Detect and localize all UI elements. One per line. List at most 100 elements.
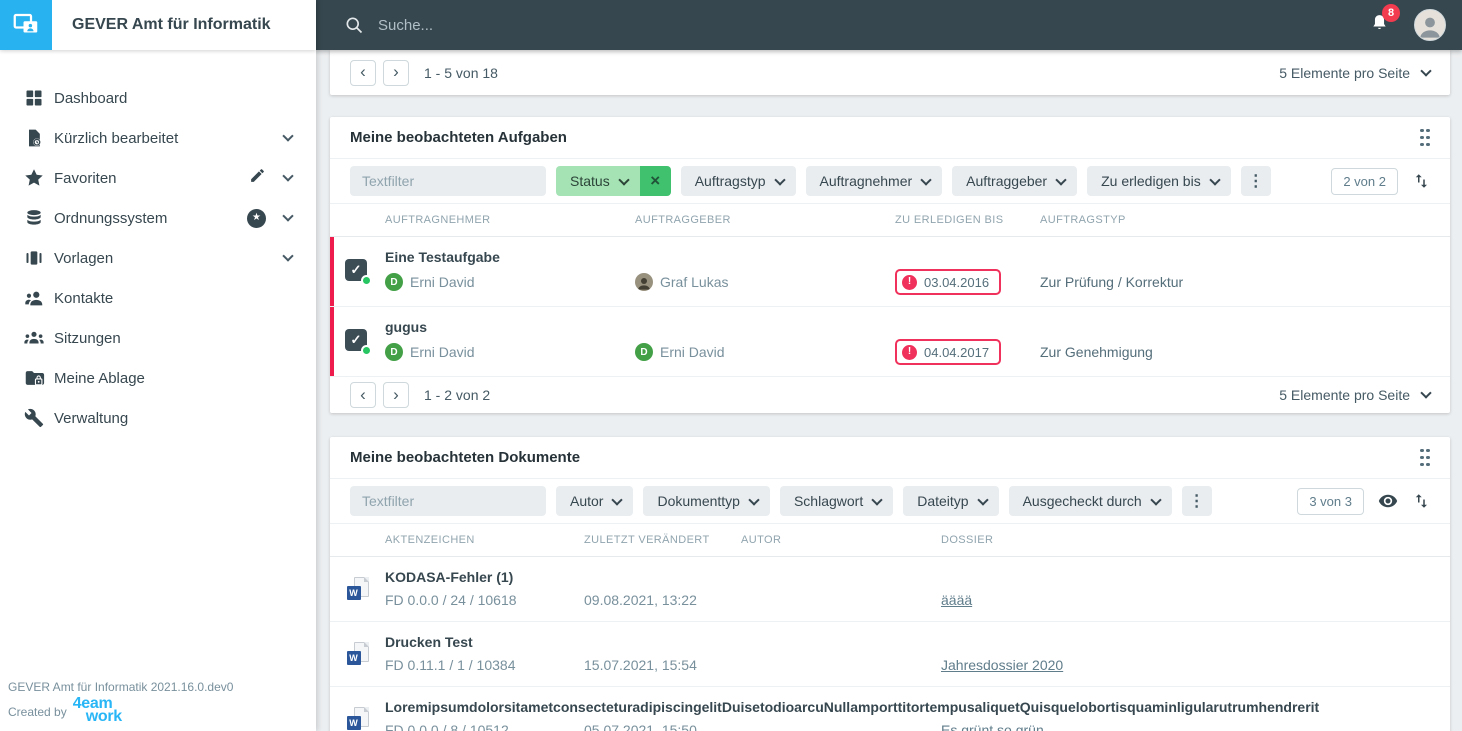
filter-chip-ausgecheckt-durch[interactable]: Ausgecheckt durch — [1008, 486, 1172, 516]
eye-icon — [1378, 494, 1398, 508]
task-issuer: Graf Lukas — [635, 270, 895, 295]
topbar: 8 — [316, 0, 1462, 50]
dokumente-table-header: AKTENZEICHEN ZULETZT VERÄNDERT AUTOR DOS… — [330, 524, 1450, 557]
sort-button[interactable] — [1412, 172, 1430, 190]
chevron-down-icon — [871, 494, 883, 506]
contacts-icon — [22, 286, 46, 310]
search-icon — [346, 17, 363, 34]
due-date-pill: ! 03.04.2016 — [895, 269, 1002, 295]
next-page-button[interactable]: › — [383, 382, 409, 408]
last-modified: 05.07.2021, 15:50 — [584, 721, 697, 731]
dokumente-title: Meine beobachteten Dokumente — [350, 449, 581, 466]
sidebar-header: GEVER Amt für Informatik — [0, 0, 316, 50]
filter-chip-auftraggeber[interactable]: Auftraggeber — [952, 166, 1078, 196]
sidebar-item-meine-ablage[interactable]: Meine Ablage — [0, 358, 316, 398]
edit-favorites-icon[interactable] — [249, 167, 266, 189]
filter-chip-schlagwort[interactable]: Schlagwort — [779, 486, 894, 516]
sidebar-item-vorlagen[interactable]: Vorlagen — [0, 238, 316, 278]
sidebar-nav: Dashboard Kürzlich bearbeitet Favoriten — [0, 50, 316, 438]
sidebar-item-kuerzlich-bearbeitet[interactable]: Kürzlich bearbeitet — [0, 118, 316, 158]
next-page-button[interactable]: › — [383, 59, 409, 86]
document-title: KODASA-Fehler (1) — [385, 569, 514, 585]
filter-chip-dokumenttyp[interactable]: Dokumenttyp — [643, 486, 770, 516]
private-folder-icon — [22, 366, 46, 390]
overdue-icon: ! — [902, 344, 917, 360]
table-row[interactable]: ✓ Eine Testaufgabe D Erni David Graf Luk… — [330, 237, 1450, 306]
document-title: Loremipsumdolorsitametconsecteturadipisc… — [385, 699, 1320, 715]
favorite-badge-icon[interactable]: ★ — [247, 208, 266, 228]
sidebar-item-favoriten[interactable]: Favoriten — [0, 158, 316, 198]
prev-page-button[interactable]: ‹ — [350, 382, 376, 408]
more-filters-button[interactable]: ⋮ — [1181, 486, 1212, 516]
chevron-down-icon[interactable] — [282, 210, 294, 222]
templates-icon — [22, 246, 46, 270]
filter-chip-auftragnehmer[interactable]: Auftragnehmer — [805, 166, 943, 196]
prev-page-button[interactable]: ‹ — [350, 59, 376, 86]
sidebar-item-dashboard[interactable]: Dashboard — [0, 78, 316, 118]
table-row[interactable]: W Loremipsumdolorsitametconsecteturadipi… — [330, 686, 1450, 731]
more-filters-button[interactable]: ⋮ — [1240, 166, 1271, 196]
due-date-cell: ! 04.04.2017 — [895, 339, 1040, 365]
table-row[interactable]: W KODASA-Fehler (1) FD 0.0.0 / 24 / 1061… — [330, 557, 1450, 621]
clear-filter-icon[interactable]: × — [639, 166, 671, 196]
global-search — [344, 15, 1369, 35]
dossier-link[interactable]: Es grünt so grün — [941, 722, 1044, 731]
task-title: gugus — [385, 319, 427, 335]
filter-chip-status-active[interactable]: Status × — [556, 166, 671, 196]
dokumente-filter-bar: Autor Dokumenttyp Schlagwort Dateityp Au… — [330, 479, 1450, 524]
filter-chip-dateityp[interactable]: Dateityp — [903, 486, 999, 516]
task-assignee: D Erni David — [385, 340, 635, 365]
dashboard-icon — [22, 86, 46, 110]
chevron-down-icon — [1420, 387, 1432, 399]
chevron-down-icon[interactable] — [282, 130, 294, 142]
chevron-down-icon — [1209, 174, 1221, 186]
chevron-down-icon — [611, 494, 624, 506]
filter-chip-autor[interactable]: Autor — [556, 486, 634, 516]
reference-number: FD 0.0.0 / 8 / 10512 — [385, 721, 509, 731]
aufgaben-pagination: ‹ › 1 - 2 von 2 5 Elemente pro Seite — [330, 376, 1450, 413]
dossier-link[interactable]: ääää — [941, 592, 972, 608]
database-icon — [22, 206, 46, 230]
filter-chip-auftragstyp[interactable]: Auftragstyp — [680, 166, 796, 196]
dossier-link[interactable]: Jahresdossier 2020 — [941, 657, 1063, 673]
sort-button[interactable] — [1412, 492, 1430, 510]
wrench-icon — [22, 406, 46, 430]
drag-handle-icon[interactable] — [1420, 128, 1430, 147]
app-version: GEVER Amt für Informatik 2021.16.0.dev0 — [8, 680, 234, 694]
notifications-button[interactable]: 8 — [1369, 3, 1400, 39]
avatar-photo — [635, 273, 653, 291]
page-range: 1 - 2 von 2 — [424, 387, 491, 403]
filter-chip-zu-erledigen-bis[interactable]: Zu erledigen bis — [1087, 166, 1231, 196]
sidebar-item-verwaltung[interactable]: Verwaltung — [0, 398, 316, 438]
dokumente-card: Meine beobachteten Dokumente Autor Dokum… — [330, 437, 1450, 731]
user-avatar[interactable] — [1414, 9, 1446, 41]
sidebar-item-sitzungen[interactable]: Sitzungen — [0, 318, 316, 358]
watch-button[interactable] — [1378, 491, 1398, 511]
table-row[interactable]: ✓ gugus D Erni David D Erni David ! 04.0… — [330, 306, 1450, 376]
sort-icon — [1415, 494, 1427, 508]
search-input[interactable] — [378, 16, 798, 34]
app-title: GEVER Amt für Informatik — [72, 16, 271, 33]
dokumente-textfilter-input[interactable] — [350, 486, 546, 516]
person-icon — [1420, 17, 1440, 38]
sidebar-item-kontakte[interactable]: Kontakte — [0, 278, 316, 318]
sidebar-item-ordnungssystem[interactable]: Ordnungssystem ★ — [0, 198, 316, 238]
dokumente-count-badge: 3 von 3 — [1297, 487, 1364, 515]
chevron-down-icon[interactable] — [282, 250, 294, 262]
aufgaben-count-badge: 2 von 2 — [1331, 167, 1398, 195]
word-document-icon: W — [346, 577, 369, 601]
sidebar-footer: GEVER Amt für Informatik 2021.16.0.dev0 … — [8, 680, 234, 725]
app-logo[interactable] — [0, 0, 52, 50]
4teamwork-logo[interactable]: 4eam work — [73, 696, 122, 725]
per-page-select[interactable]: 5 Elemente pro Seite — [1279, 65, 1432, 81]
meetings-icon — [22, 326, 46, 350]
document-title: Drucken Test — [385, 634, 473, 650]
per-page-select[interactable]: 5 Elemente pro Seite — [1279, 387, 1432, 403]
drag-handle-icon[interactable] — [1420, 448, 1430, 467]
chevron-down-icon — [1055, 174, 1067, 186]
aufgaben-textfilter-input[interactable] — [350, 166, 546, 196]
table-row[interactable]: W Drucken Test FD 0.11.1 / 1 / 10384 15.… — [330, 621, 1450, 686]
chevron-down-icon[interactable] — [282, 170, 294, 182]
aufgaben-card: Meine beobachteten Aufgaben Status × Auf… — [330, 117, 1450, 413]
task-icon: ✓ — [345, 329, 372, 356]
